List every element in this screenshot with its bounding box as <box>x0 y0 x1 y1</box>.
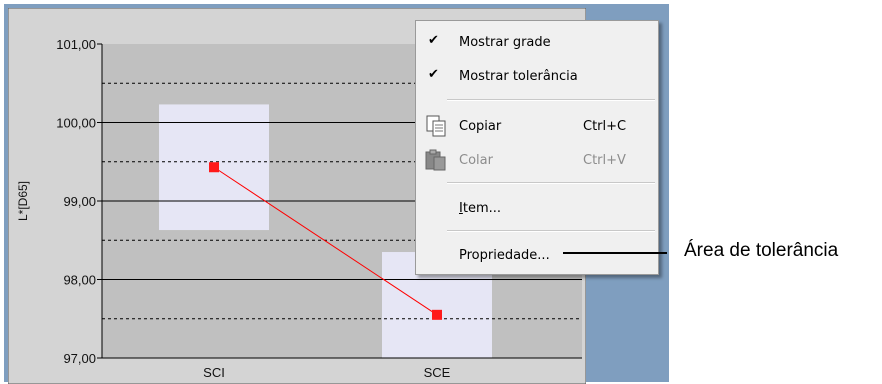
menu-item-shortcut: Ctrl+C <box>583 119 627 134</box>
menu-separator <box>447 182 655 184</box>
y-axis-label: L*[D65] <box>16 181 30 221</box>
y-tick-label: 98,00 <box>63 273 96 288</box>
menu-item-label: Mostrar grade <box>459 35 551 50</box>
menu-separator <box>447 230 655 232</box>
y-tick-label: 99,00 <box>63 194 96 209</box>
callout-label: Área de tolerância <box>684 240 839 261</box>
checkmark-icon: ✔ <box>428 33 439 48</box>
paste-icon <box>425 149 446 171</box>
context-menu: ✔ Mostrar grade ✔ Mostrar tolerância Cop… <box>415 20 659 275</box>
data-point-sci <box>209 162 219 173</box>
x-tick-label: SCI <box>203 365 225 380</box>
menu-item-show-tolerance[interactable]: ✔ Mostrar tolerância <box>418 61 656 91</box>
menu-item-label: Item... <box>459 201 501 216</box>
menu-item-property[interactable]: Propriedade... <box>418 240 656 270</box>
menu-item-paste[interactable]: Colar Ctrl+V <box>418 145 656 175</box>
data-point-sce <box>432 309 442 320</box>
menu-item-label: Colar <box>459 153 493 168</box>
menu-item-shortcut: Ctrl+V <box>583 153 626 168</box>
copy-icon <box>426 115 446 137</box>
menu-item-label: Copiar <box>459 119 502 134</box>
menu-item-label-rest: tem... <box>462 201 501 216</box>
x-tick-label: SCE <box>424 365 451 380</box>
menu-item-show-grid[interactable]: ✔ Mostrar grade <box>418 27 656 57</box>
menu-item-copy[interactable]: Copiar Ctrl+C <box>418 111 656 141</box>
menu-item-label: Mostrar tolerância <box>459 69 578 84</box>
menu-separator <box>447 99 655 101</box>
y-tick-label: 100,00 <box>56 116 96 131</box>
menu-item-label: Propriedade... <box>459 248 550 263</box>
callout-line <box>563 252 667 254</box>
checkmark-icon: ✔ <box>428 67 439 82</box>
y-tick-label: 97,00 <box>63 351 96 366</box>
menu-item-item[interactable]: Item... <box>418 193 656 223</box>
y-tick-label: 101,00 <box>56 37 96 52</box>
